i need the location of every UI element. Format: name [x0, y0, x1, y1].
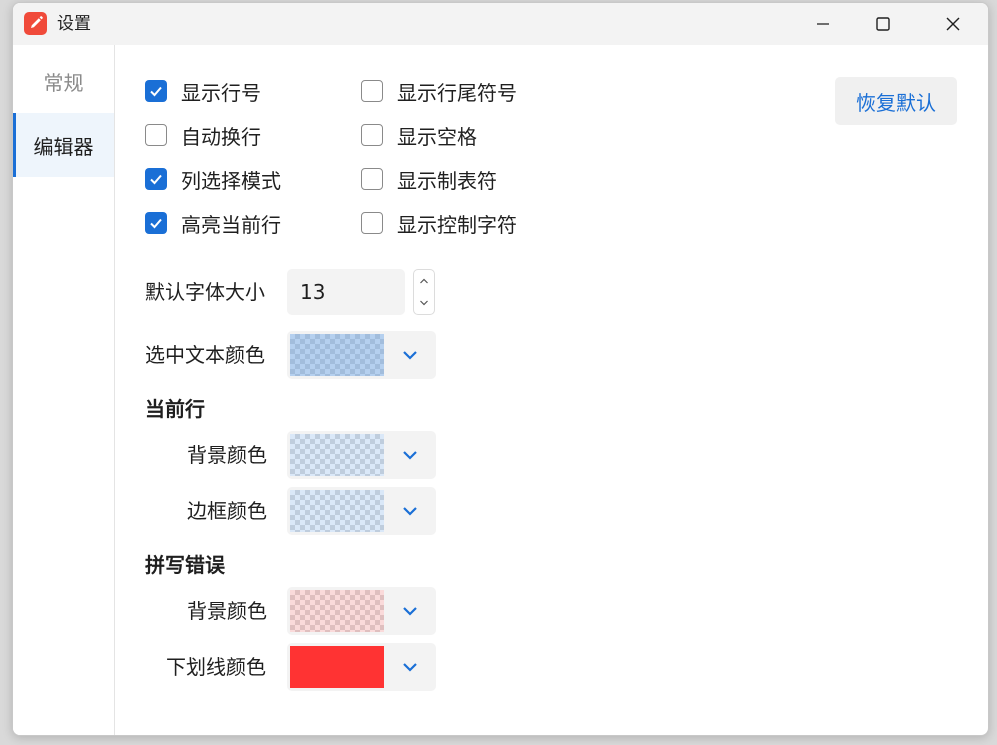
spelling-error-heading: 拼写错误	[145, 553, 225, 577]
spelling-bg-color-picker[interactable]	[287, 587, 436, 635]
checkbox-label: 自动换行	[181, 124, 261, 149]
checkbox-label: 高亮当前行	[181, 212, 281, 237]
chevron-down-icon	[403, 663, 417, 672]
checkbox-unchecked-icon	[361, 212, 383, 234]
color-swatch	[290, 490, 384, 532]
current-line-bg-color-picker[interactable]	[287, 431, 436, 479]
spelling-bg-label: 背景颜色	[187, 599, 267, 623]
checkbox-label: 显示空格	[397, 124, 477, 149]
underline-color-picker[interactable]	[287, 643, 436, 691]
dropdown-toggle[interactable]	[384, 487, 436, 535]
word-wrap-checkbox[interactable]: 自动换行	[145, 121, 261, 149]
selection-color-label: 选中文本颜色	[145, 343, 265, 367]
color-swatch	[290, 590, 384, 632]
chevron-down-icon	[403, 507, 417, 516]
chevron-up-icon	[420, 278, 428, 284]
sidebar-item-general[interactable]: 常规	[13, 49, 114, 113]
chevron-down-icon	[420, 300, 428, 306]
underline-color-label: 下划线颜色	[166, 655, 266, 679]
font-size-input[interactable]: 13	[287, 269, 405, 315]
editor-settings-panel: 显示行号 自动换行 列选择模式 高亮当前行 显示行尾符号 显示空格 显示制表符 …	[115, 45, 988, 735]
checkbox-label: 显示控制字符	[397, 212, 517, 237]
checkbox-checked-icon	[145, 168, 167, 190]
current-line-heading: 当前行	[145, 397, 205, 421]
checkbox-checked-icon	[145, 80, 167, 102]
font-size-stepper	[413, 269, 435, 315]
decrement-button[interactable]	[414, 292, 434, 314]
show-control-chars-checkbox[interactable]: 显示控制字符	[361, 209, 517, 237]
current-line-border-label: 边框颜色	[187, 499, 267, 523]
maximize-button[interactable]	[851, 3, 915, 45]
color-swatch	[290, 646, 384, 688]
color-swatch	[290, 334, 384, 376]
swatch-fill	[290, 334, 384, 376]
swatch-fill	[290, 646, 384, 688]
checkbox-label: 列选择模式	[181, 168, 281, 193]
column-select-mode-checkbox[interactable]: 列选择模式	[145, 165, 281, 193]
highlight-current-line-checkbox[interactable]: 高亮当前行	[145, 209, 281, 237]
font-size-label: 默认字体大小	[145, 280, 265, 304]
swatch-fill	[290, 434, 384, 476]
dropdown-toggle[interactable]	[384, 431, 436, 479]
settings-window: 设置 常规 编辑器 显示行号 自动换行 列选择模式 高亮当前行 显示行尾符号 显…	[12, 2, 989, 736]
show-whitespace-checkbox[interactable]: 显示空格	[361, 121, 477, 149]
checkbox-unchecked-icon	[145, 124, 167, 146]
color-swatch	[290, 434, 384, 476]
checkbox-label: 显示行尾符号	[397, 80, 517, 105]
sidebar-item-editor[interactable]: 编辑器	[13, 113, 114, 177]
checkbox-unchecked-icon	[361, 80, 383, 102]
show-eol-checkbox[interactable]: 显示行尾符号	[361, 77, 517, 105]
minimize-button[interactable]	[791, 3, 855, 45]
sidebar-item-label: 编辑器	[33, 134, 94, 159]
chevron-down-icon	[403, 451, 417, 460]
increment-button[interactable]	[414, 270, 434, 292]
dropdown-toggle[interactable]	[384, 587, 436, 635]
checkbox-unchecked-icon	[361, 168, 383, 190]
swatch-fill	[290, 490, 384, 532]
checkbox-label: 显示制表符	[397, 168, 497, 193]
dropdown-toggle[interactable]	[384, 643, 436, 691]
current-line-border-color-picker[interactable]	[287, 487, 436, 535]
show-tabs-checkbox[interactable]: 显示制表符	[361, 165, 497, 193]
chevron-down-icon	[403, 607, 417, 616]
swatch-fill	[290, 590, 384, 632]
chevron-down-icon	[403, 351, 417, 360]
restore-defaults-button[interactable]: 恢复默认	[835, 77, 957, 125]
current-line-bg-label: 背景颜色	[187, 443, 267, 467]
sidebar-item-label: 常规	[43, 70, 84, 95]
show-line-numbers-checkbox[interactable]: 显示行号	[145, 77, 261, 105]
maximize-icon	[876, 17, 890, 31]
settings-sidebar: 常规 编辑器	[13, 45, 115, 735]
close-button[interactable]	[921, 3, 985, 45]
close-icon	[946, 17, 960, 31]
checkbox-label: 显示行号	[181, 80, 261, 105]
selection-color-picker[interactable]	[287, 331, 436, 379]
checkbox-unchecked-icon	[361, 124, 383, 146]
window-title: 设置	[57, 14, 91, 34]
minimize-icon	[817, 23, 829, 25]
dropdown-toggle[interactable]	[384, 331, 436, 379]
checkbox-checked-icon	[145, 212, 167, 234]
title-bar[interactable]: 设置	[13, 3, 988, 45]
pencil-app-icon	[24, 12, 47, 35]
